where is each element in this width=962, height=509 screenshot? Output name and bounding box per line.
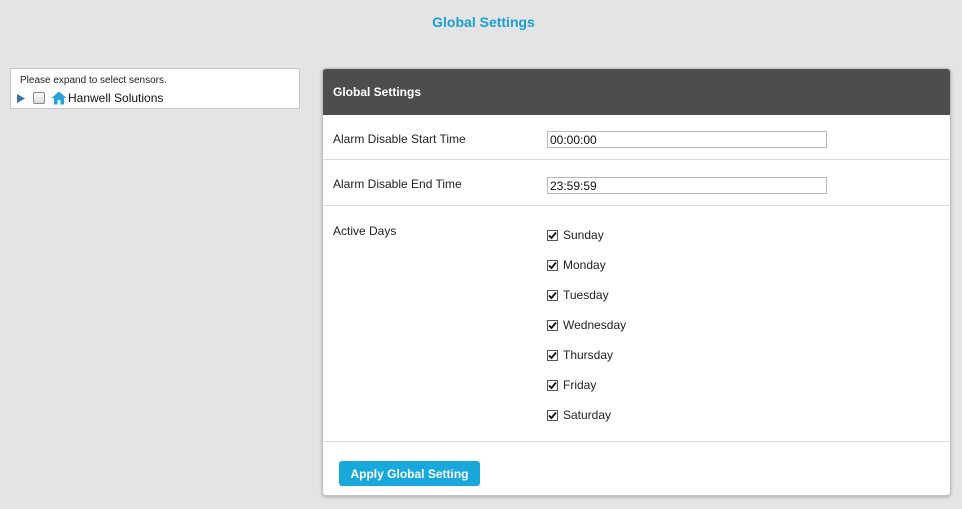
day-item-monday[interactable]: Monday bbox=[547, 258, 626, 288]
page: Global Settings Please expand to select … bbox=[0, 0, 962, 509]
start-time-input[interactable] bbox=[547, 131, 827, 148]
start-time-label: Alarm Disable Start Time bbox=[333, 132, 466, 146]
tree-node-hanwell-solutions[interactable]: Hanwell Solutions bbox=[15, 90, 163, 106]
active-days-label: Active Days bbox=[333, 224, 397, 238]
page-title: Global Settings bbox=[432, 14, 535, 30]
end-time-row: Alarm Disable End Time bbox=[323, 160, 950, 206]
tree-node-label[interactable]: Hanwell Solutions bbox=[68, 91, 163, 105]
day-label[interactable]: Wednesday bbox=[563, 318, 626, 332]
panel-header: Global Settings bbox=[323, 69, 950, 115]
day-item-friday[interactable]: Friday bbox=[547, 378, 626, 408]
day-label[interactable]: Monday bbox=[563, 258, 606, 272]
day-item-wednesday[interactable]: Wednesday bbox=[547, 318, 626, 348]
day-item-thursday[interactable]: Thursday bbox=[547, 348, 626, 378]
end-time-input[interactable] bbox=[547, 177, 827, 194]
day-label[interactable]: Thursday bbox=[563, 348, 613, 362]
monday-checkbox[interactable] bbox=[547, 260, 558, 271]
apply-global-setting-button[interactable]: Apply Global Setting bbox=[339, 461, 480, 486]
days-list: Sunday Monday Tuesday Wednesday Thursday bbox=[547, 228, 626, 438]
day-label[interactable]: Sunday bbox=[563, 228, 604, 242]
thursday-checkbox[interactable] bbox=[547, 350, 558, 361]
friday-checkbox[interactable] bbox=[547, 380, 558, 391]
sensor-tree-panel: Please expand to select sensors. Hanwell… bbox=[10, 68, 300, 109]
day-item-tuesday[interactable]: Tuesday bbox=[547, 288, 626, 318]
wednesday-checkbox[interactable] bbox=[547, 320, 558, 331]
active-days-row: Active Days Sunday Monday Tuesday Wednes… bbox=[323, 206, 950, 442]
day-item-sunday[interactable]: Sunday bbox=[547, 228, 626, 258]
day-label[interactable]: Friday bbox=[563, 378, 596, 392]
saturday-checkbox[interactable] bbox=[547, 410, 558, 421]
global-settings-panel: Global Settings Alarm Disable Start Time… bbox=[322, 68, 951, 496]
day-label[interactable]: Tuesday bbox=[563, 288, 609, 302]
day-item-saturday[interactable]: Saturday bbox=[547, 408, 626, 438]
tree-node-checkbox[interactable] bbox=[33, 92, 45, 104]
start-time-row: Alarm Disable Start Time bbox=[323, 115, 950, 160]
triangle-right-icon[interactable] bbox=[15, 91, 27, 105]
tuesday-checkbox[interactable] bbox=[547, 290, 558, 301]
tree-hint: Please expand to select sensors. bbox=[20, 75, 167, 86]
sunday-checkbox[interactable] bbox=[547, 230, 558, 241]
day-label[interactable]: Saturday bbox=[563, 408, 611, 422]
home-icon bbox=[51, 91, 67, 105]
end-time-label: Alarm Disable End Time bbox=[333, 177, 462, 191]
